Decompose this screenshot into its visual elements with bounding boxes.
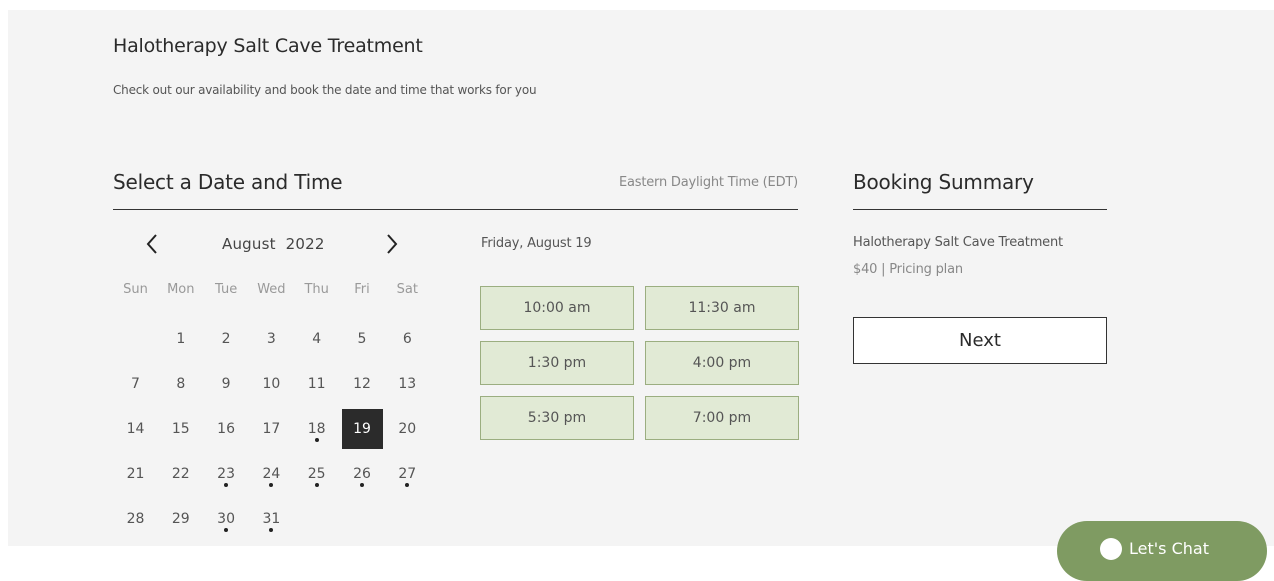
- calendar-day[interactable]: 16: [204, 409, 249, 449]
- weekday-label: Tue: [214, 282, 238, 297]
- calendar-day[interactable]: 4: [294, 319, 339, 359]
- chevron-right-icon[interactable]: [385, 230, 399, 261]
- chevron-left-icon[interactable]: [145, 230, 159, 261]
- calendar-week-row: 14 15 16 17 18 19 20: [113, 409, 429, 449]
- calendar-day[interactable]: 28: [113, 499, 158, 539]
- calendar-week-row: 21 22 23 24 25 26 27: [113, 454, 429, 494]
- section-divider: [113, 209, 798, 210]
- calendar-day[interactable]: 15: [158, 409, 203, 449]
- time-slot-button[interactable]: 10:00 am: [480, 286, 634, 330]
- calendar-day[interactable]: 3: [249, 319, 294, 359]
- chat-button[interactable]: Let's Chat: [1057, 521, 1267, 581]
- calendar-day[interactable]: 2: [204, 319, 249, 359]
- calendar-day[interactable]: 8: [158, 364, 203, 404]
- calendar-day[interactable]: 27: [385, 454, 430, 494]
- calendar-week-row: 28 29 30 31: [113, 499, 429, 539]
- chat-icon: [1100, 538, 1122, 560]
- weekday-label: Mon: [167, 282, 195, 297]
- date-time-section-title: Select a Date and Time: [113, 170, 343, 194]
- summary-price: $40 | Pricing plan: [853, 262, 963, 277]
- calendar-week-row: 7 8 9 10 11 12 13: [113, 364, 429, 404]
- calendar-day[interactable]: 5: [340, 319, 385, 359]
- calendar-day[interactable]: 23: [204, 454, 249, 494]
- calendar-day[interactable]: 25: [294, 454, 339, 494]
- calendar-day[interactable]: 29: [158, 499, 203, 539]
- availability-dot: [314, 483, 319, 487]
- calendar-day[interactable]: 26: [340, 454, 385, 494]
- time-slot-button[interactable]: 4:00 pm: [645, 341, 799, 385]
- weekday-label: Fri: [354, 282, 370, 297]
- booking-summary-title: Booking Summary: [853, 170, 1034, 194]
- service-subtitle: Check out our availability and book the …: [113, 83, 537, 97]
- calendar-week-row: 123456: [113, 319, 429, 359]
- calendar-day[interactable]: 22: [158, 454, 203, 494]
- calendar-day[interactable]: 14: [113, 409, 158, 449]
- calendar-month-label: August 2022: [222, 235, 325, 253]
- weekday-label: Thu: [304, 282, 329, 297]
- availability-dot: [405, 483, 410, 487]
- calendar-day[interactable]: 21: [113, 454, 158, 494]
- summary-divider: [853, 209, 1107, 210]
- calendar-day[interactable]: 24: [249, 454, 294, 494]
- selected-date-label: Friday, August 19: [481, 236, 592, 251]
- availability-dot: [224, 528, 229, 532]
- calendar-day[interactable]: 12: [340, 364, 385, 404]
- weekday-label: Wed: [257, 282, 286, 297]
- availability-dot: [314, 438, 319, 442]
- calendar-day[interactable]: 17: [249, 409, 294, 449]
- calendar-day[interactable]: 20: [385, 409, 430, 449]
- next-button[interactable]: Next: [853, 317, 1107, 364]
- time-slot-button[interactable]: 5:30 pm: [480, 396, 634, 440]
- calendar-day[interactable]: 19: [341, 409, 383, 449]
- calendar-day[interactable]: 11: [294, 364, 339, 404]
- calendar-day[interactable]: 18: [294, 409, 339, 449]
- time-slot-button[interactable]: 7:00 pm: [645, 396, 799, 440]
- weekday-label: Sun: [123, 282, 148, 297]
- timezone-selector[interactable]: Eastern Daylight Time (EDT): [619, 175, 798, 190]
- calendar-day[interactable]: 6: [385, 319, 430, 359]
- availability-dot: [360, 483, 364, 487]
- calendar-day[interactable]: 9: [204, 364, 249, 404]
- calendar-day[interactable]: 31: [249, 499, 294, 539]
- calendar-day[interactable]: 13: [385, 364, 430, 404]
- calendar-day[interactable]: 10: [249, 364, 294, 404]
- time-slot-button[interactable]: 1:30 pm: [480, 341, 634, 385]
- weekday-label: Sat: [396, 282, 418, 297]
- calendar-day[interactable]: 30: [204, 499, 249, 539]
- calendar-day[interactable]: 7: [113, 364, 158, 404]
- chat-label: Let's Chat: [1129, 539, 1209, 558]
- availability-dot: [269, 528, 274, 532]
- time-slot-button[interactable]: 11:30 am: [645, 286, 799, 330]
- calendar-day[interactable]: 1: [158, 319, 203, 359]
- availability-dot: [224, 483, 229, 487]
- summary-service-name: Halotherapy Salt Cave Treatment: [853, 235, 1063, 250]
- service-title: Halotherapy Salt Cave Treatment: [113, 35, 423, 57]
- availability-dot: [269, 483, 274, 487]
